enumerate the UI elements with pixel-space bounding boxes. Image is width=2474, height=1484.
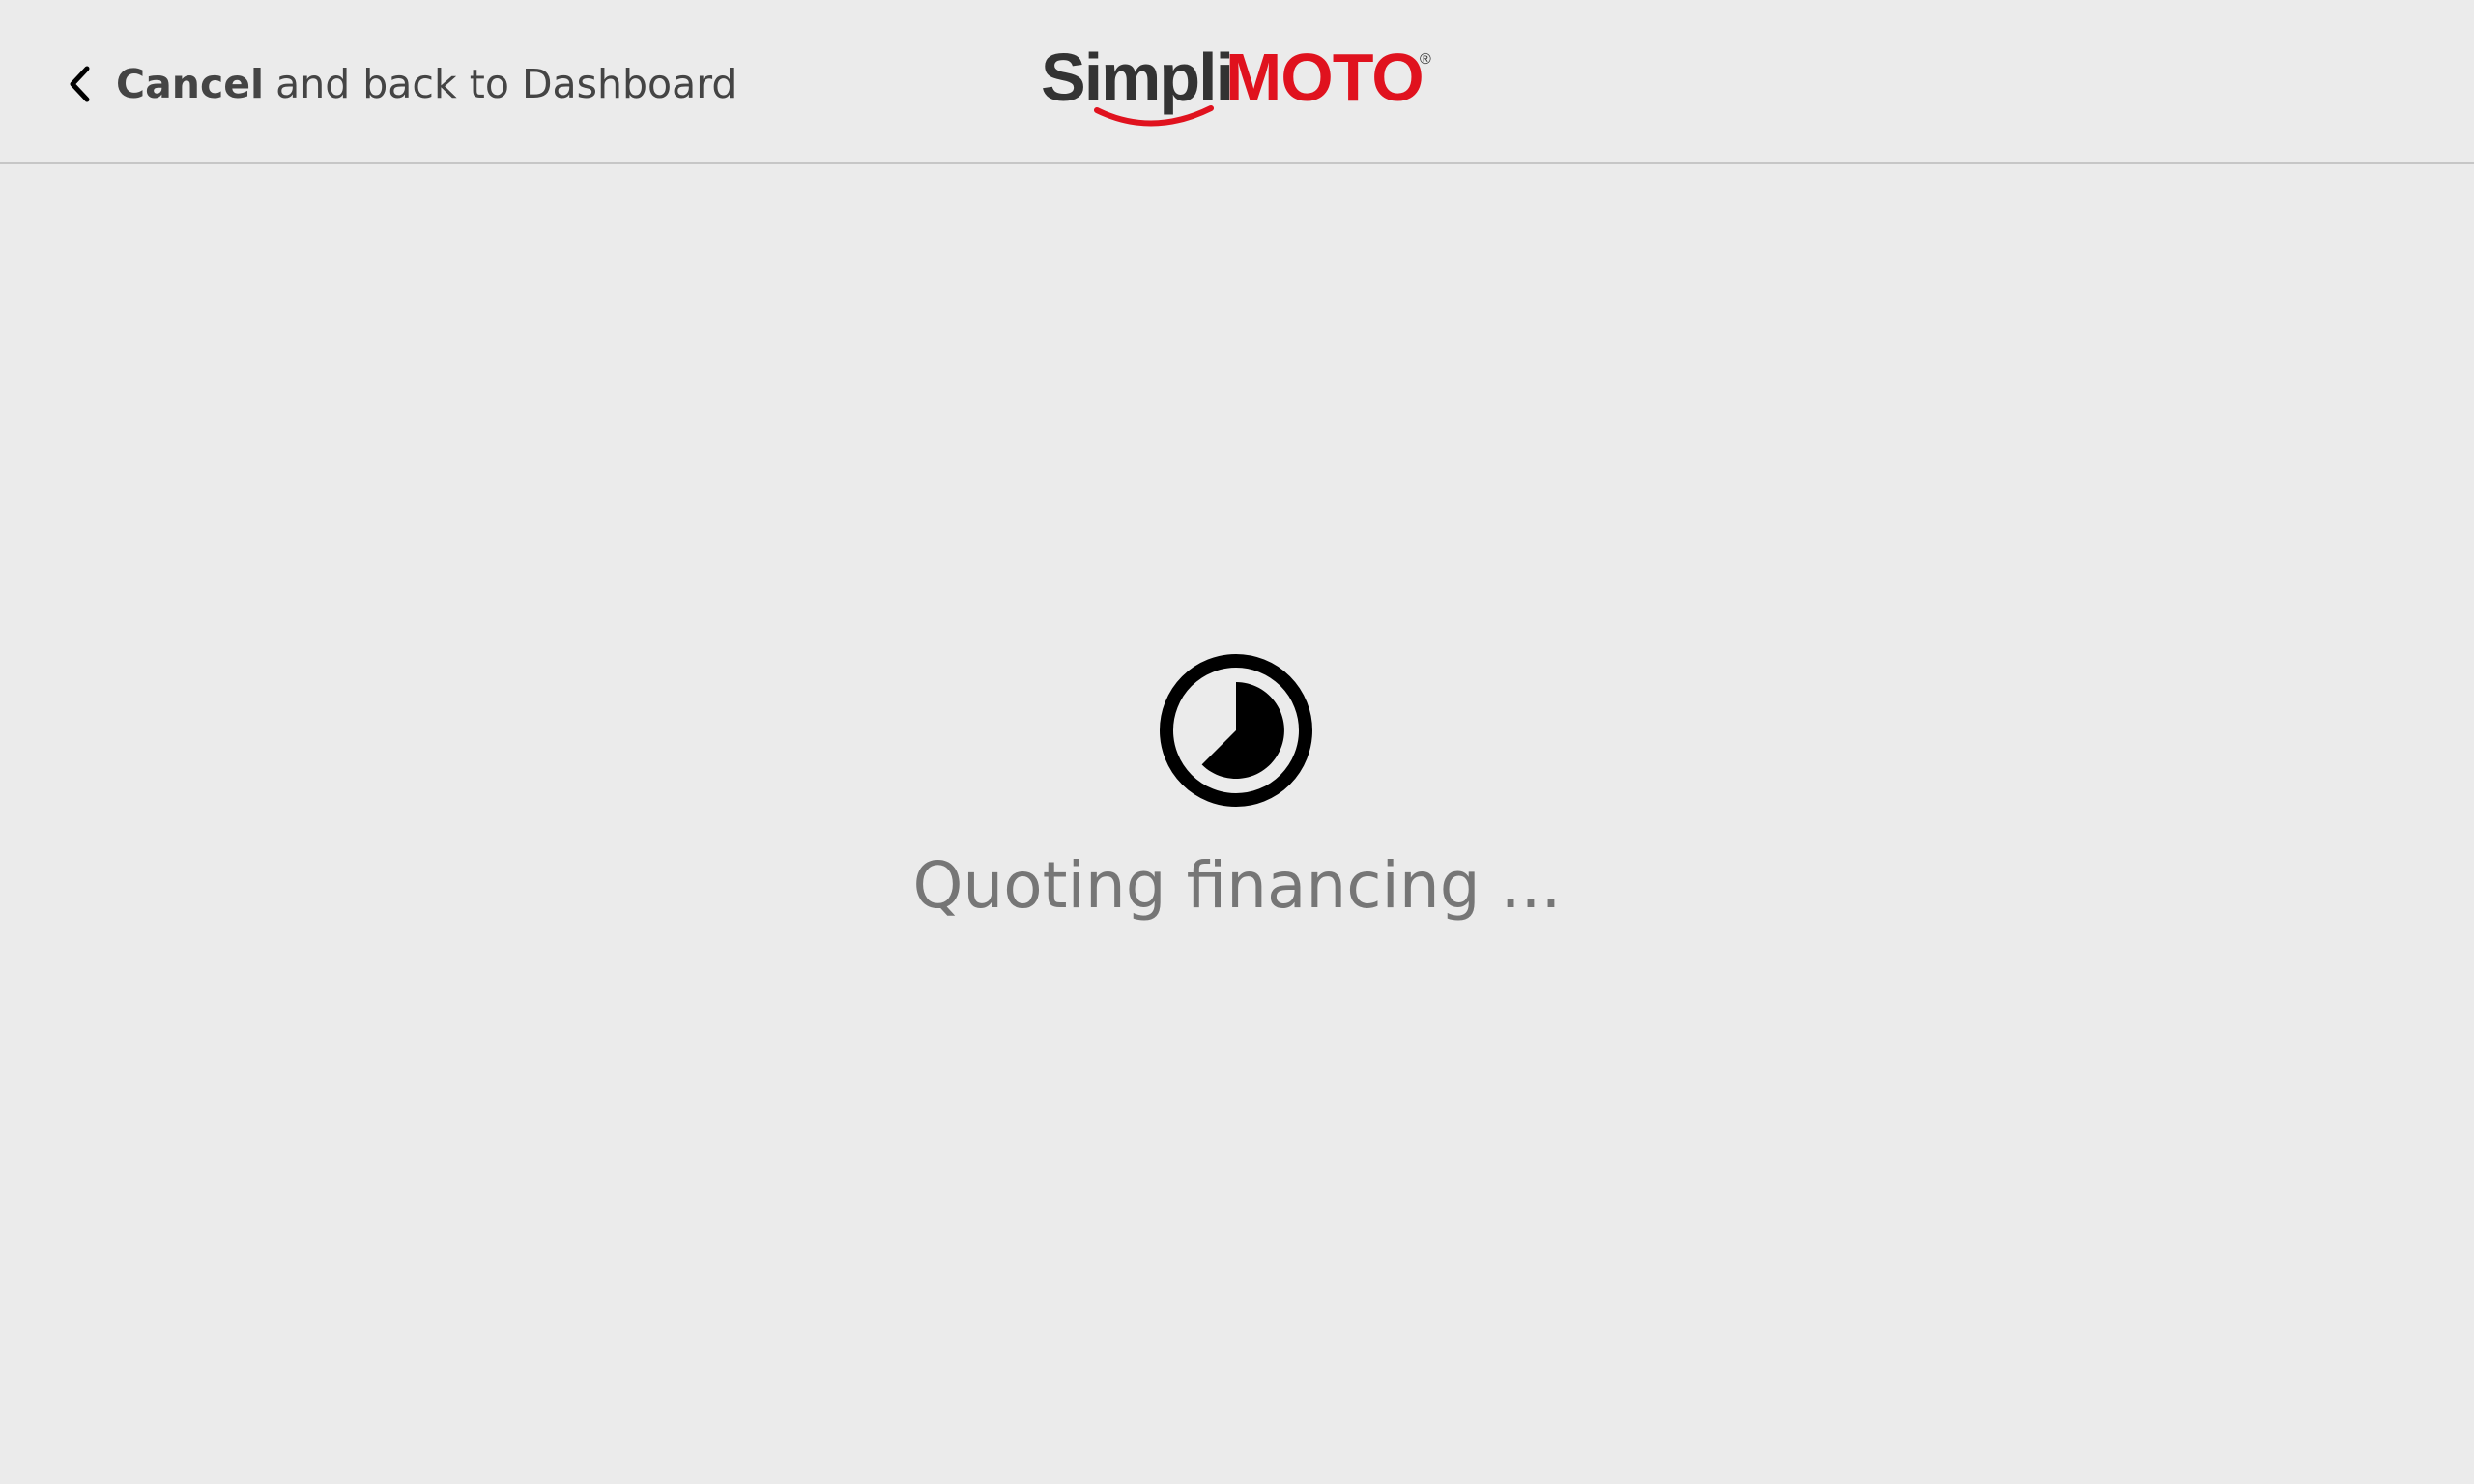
svg-text:Simpli: Simpli <box>1041 40 1232 115</box>
svg-text:®: ® <box>1420 51 1431 68</box>
timer-pie-icon <box>1158 652 1314 809</box>
chevron-left-icon <box>60 65 99 103</box>
top-header: Cancel and back to Dashboard Simpli MOTO… <box>0 0 2474 164</box>
svg-text:MOTO: MOTO <box>1225 40 1424 115</box>
simplimoto-logo: Simpli MOTO ® <box>1039 37 1435 133</box>
cancel-back-to-dashboard-link[interactable]: Cancel and back to Dashboard <box>60 50 736 118</box>
quoting-status-text: Quoting financing ... <box>912 848 1562 923</box>
cancel-label: Cancel <box>116 61 265 107</box>
back-to-dashboard-label: and back to Dashboard <box>275 61 737 107</box>
